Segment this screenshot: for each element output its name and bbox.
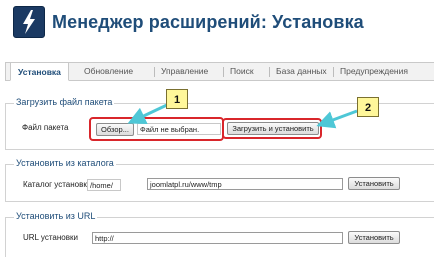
arrow-1-icon <box>127 102 170 125</box>
callout-2: 2 <box>357 97 379 117</box>
arrow-2-icon <box>316 109 358 129</box>
annotation-arrows <box>127 102 358 129</box>
callout-1: 1 <box>166 89 188 109</box>
